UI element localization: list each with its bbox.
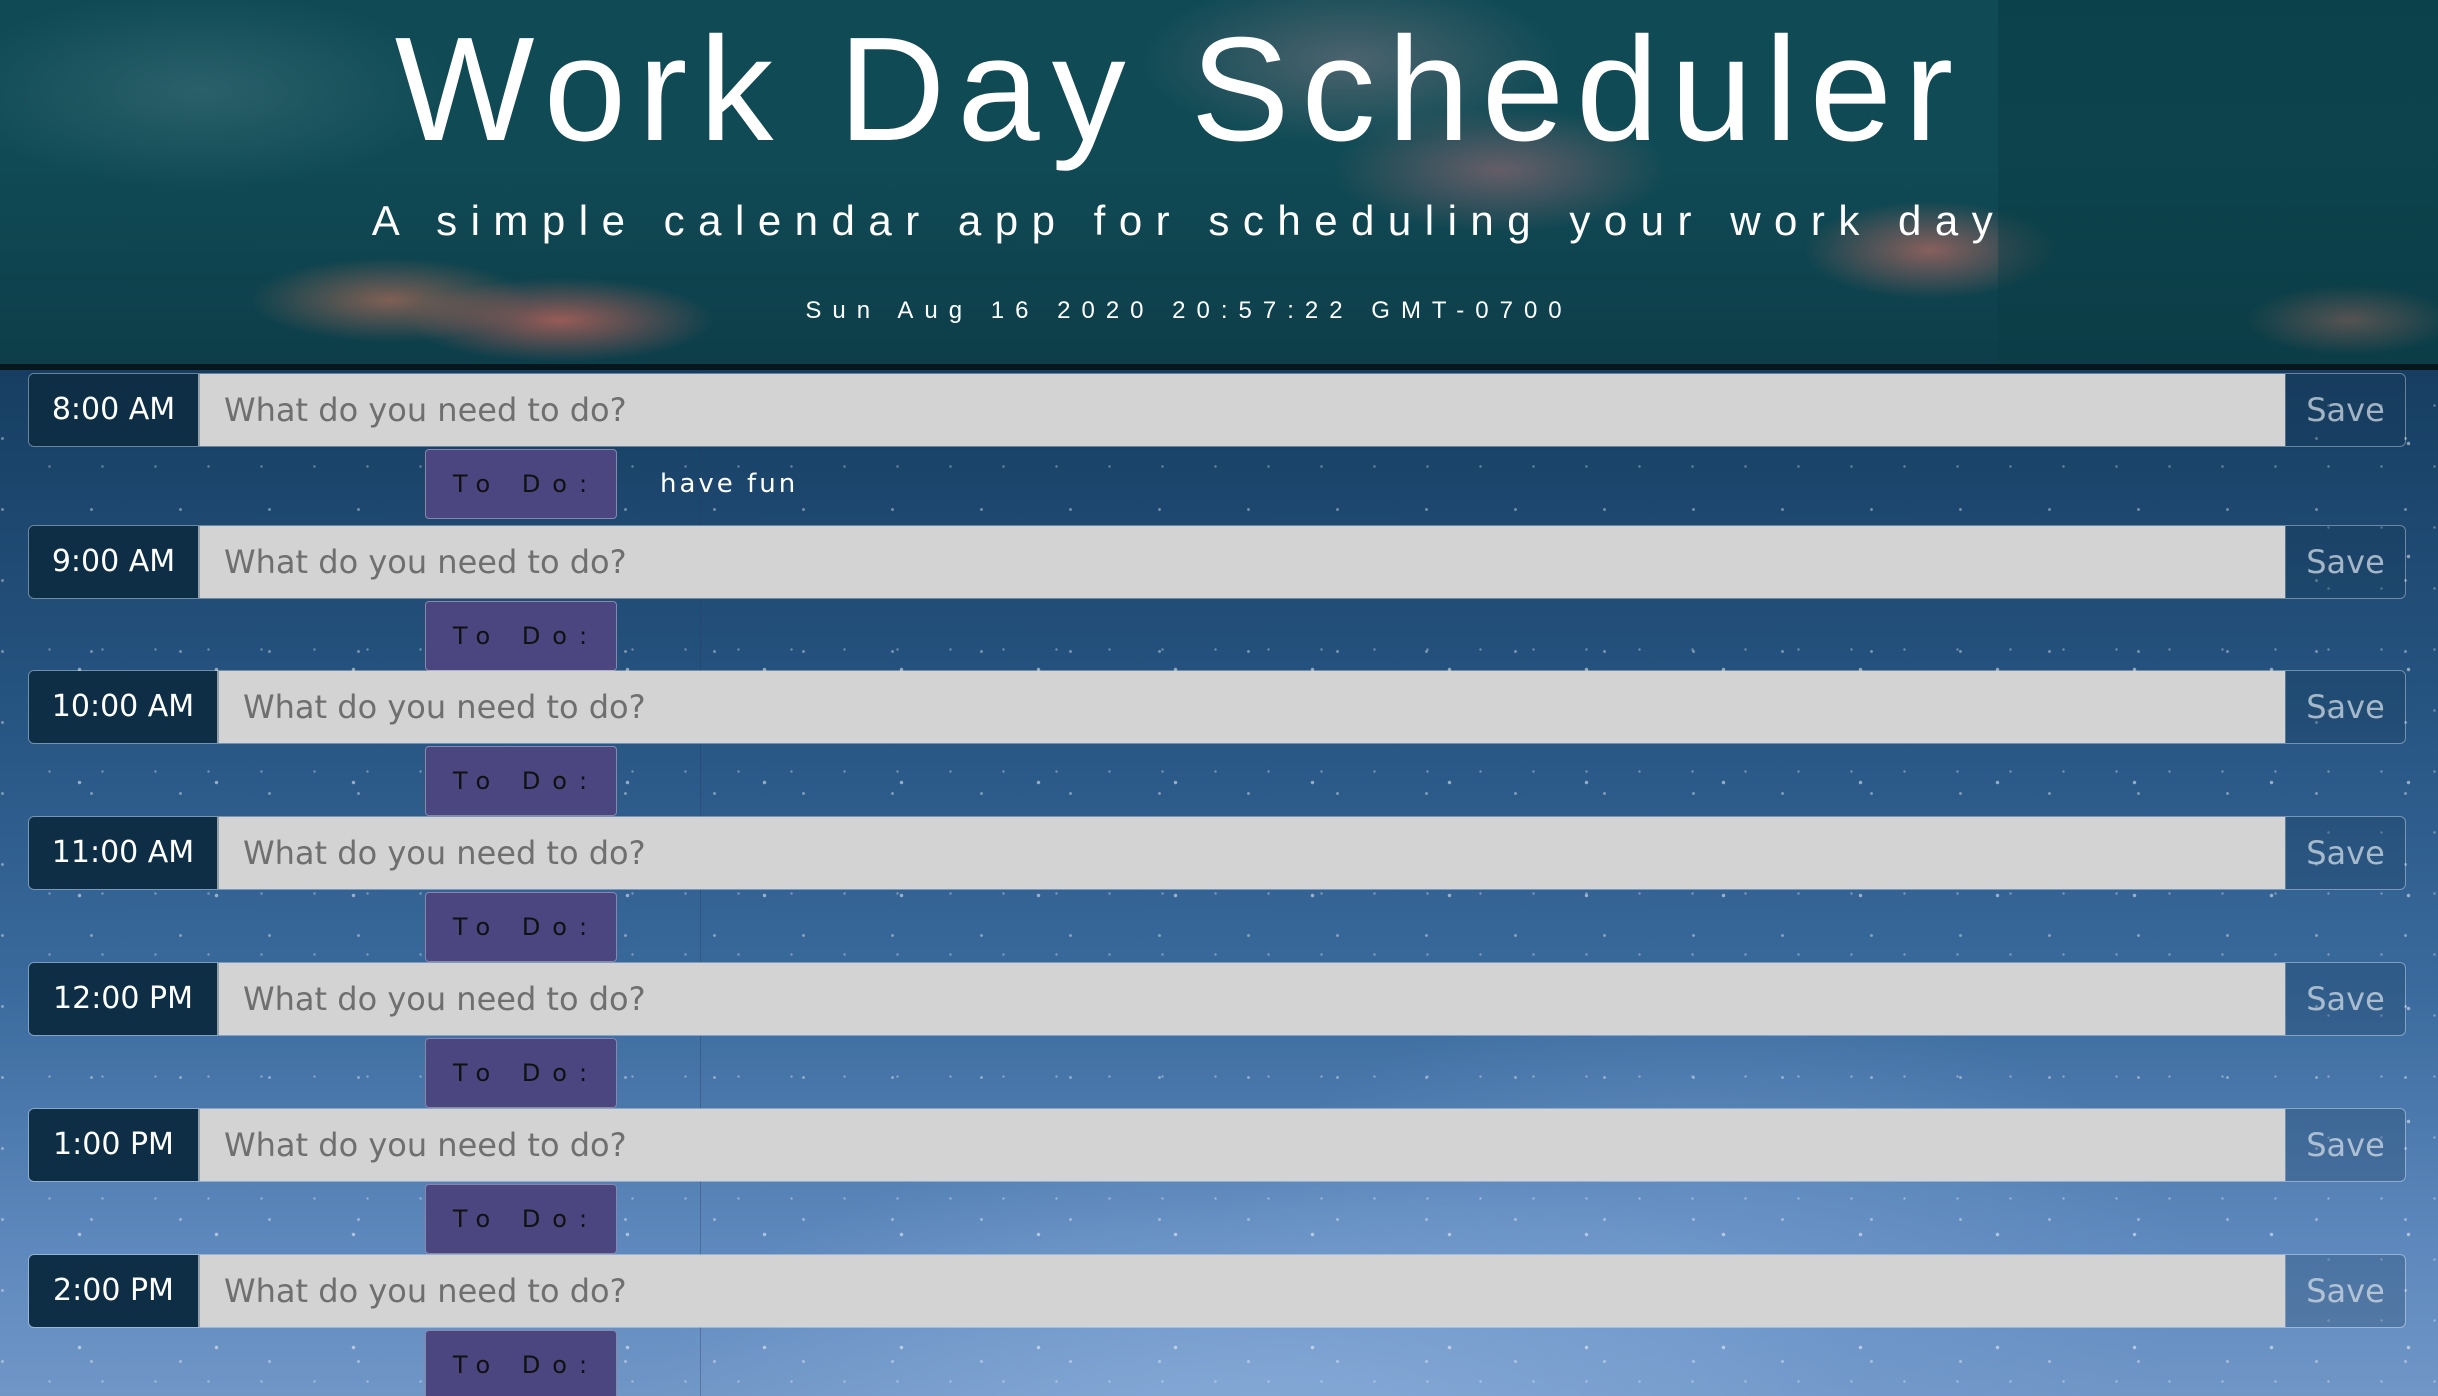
hour-label: 9:00 AM [29, 526, 200, 598]
description-input[interactable] [219, 963, 2285, 1035]
save-button[interactable]: Save [2285, 1255, 2405, 1327]
description-input[interactable] [200, 526, 2285, 598]
save-button[interactable]: Save [2285, 526, 2405, 598]
todo-label: To Do: [425, 449, 617, 519]
time-block: 11:00 AM Save [28, 816, 2406, 890]
time-block: 1:00 PM Save [28, 1108, 2406, 1182]
header-jumbotron: Work Day Scheduler A simple calendar app… [0, 0, 2438, 364]
todo-text: have fun [660, 469, 799, 499]
hour-label: 1:00 PM [29, 1109, 200, 1181]
save-button[interactable]: Save [2285, 374, 2405, 446]
time-block: 10:00 AM Save [28, 670, 2406, 744]
save-button[interactable]: Save [2285, 1109, 2405, 1181]
description-input[interactable] [200, 374, 2285, 446]
hour-label: 2:00 PM [29, 1255, 200, 1327]
description-input[interactable] [200, 1109, 2285, 1181]
save-button[interactable]: Save [2285, 817, 2405, 889]
hour-label: 10:00 AM [29, 671, 219, 743]
hour-label: 12:00 PM [29, 963, 219, 1035]
description-input[interactable] [200, 1255, 2285, 1327]
current-day: Sun Aug 16 2020 20:57:22 GMT-0700 [805, 297, 1573, 324]
time-block: 2:00 PM Save [28, 1254, 2406, 1328]
hour-label: 11:00 AM [29, 817, 219, 889]
description-input[interactable] [219, 671, 2285, 743]
todo-label: To Do: [425, 1038, 617, 1108]
schedule-container: 8:00 AM Save To Do: have fun 9:00 AM Sav… [0, 370, 2438, 1396]
todo-label: To Do: [425, 601, 617, 671]
page-subtitle: A simple calendar app for scheduling you… [371, 197, 2007, 244]
time-block: 9:00 AM Save [28, 525, 2406, 599]
todo-label: To Do: [425, 746, 617, 816]
description-input[interactable] [219, 817, 2285, 889]
todo-label: To Do: [425, 892, 617, 962]
page-title: Work Day Scheduler [394, 7, 1966, 172]
hour-label: 8:00 AM [29, 374, 200, 446]
save-button[interactable]: Save [2285, 671, 2405, 743]
todo-label: To Do: [425, 1184, 617, 1254]
time-block: 8:00 AM Save [28, 373, 2406, 447]
todo-label: To Do: [425, 1330, 617, 1396]
save-button[interactable]: Save [2285, 963, 2405, 1035]
time-block: 12:00 PM Save [28, 962, 2406, 1036]
